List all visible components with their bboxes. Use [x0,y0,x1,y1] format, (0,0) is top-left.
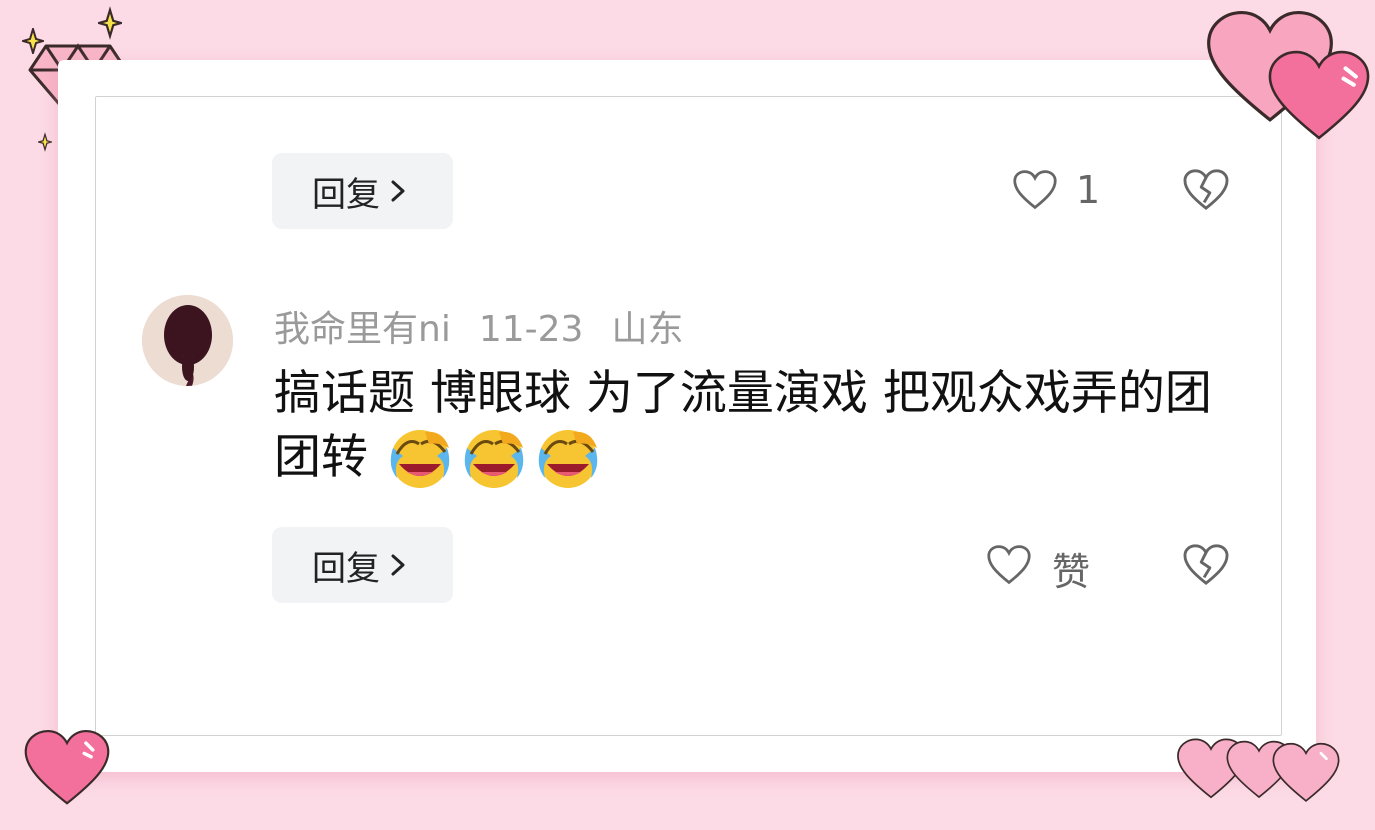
chevron-right-icon [391,554,405,576]
sparkle-icon [22,28,44,54]
emoji-list [368,430,605,488]
heart-outline-icon[interactable] [1012,168,1058,212]
like-count: 1 [1076,168,1101,212]
broken-heart-icon[interactable] [1182,168,1230,212]
emoji-laugh-cry-icon [390,430,450,488]
reply-label: 回复 [312,548,380,589]
reply-label: 回复 [312,174,380,215]
comment-location: 山东 [611,309,684,350]
like-label[interactable]: 赞 [1052,541,1090,596]
sparkle-icon [98,6,122,40]
comment-text: 搞话题 博眼球 为了流量演戏 把观众戏弄的团团转 [274,362,1234,490]
chevron-right-icon [391,180,405,202]
reply-button[interactable]: 回复 [272,153,453,229]
username[interactable]: 我命里有ni [274,309,451,350]
heart-icon [1272,742,1340,802]
heart-outline-icon[interactable] [986,543,1032,587]
broken-heart-icon[interactable] [1182,543,1230,587]
emoji-laugh-cry-icon [538,430,598,488]
heart-icon [1268,50,1370,140]
reply-button[interactable]: 回复 [272,527,453,603]
avatar[interactable] [142,295,233,386]
comment-date: 11-23 [478,309,584,350]
sparkle-icon [38,132,52,152]
heart-icon [24,729,110,805]
comment-meta: 我命里有ni 11-23 山东 [274,300,711,352]
emoji-laugh-cry-icon [464,430,524,488]
